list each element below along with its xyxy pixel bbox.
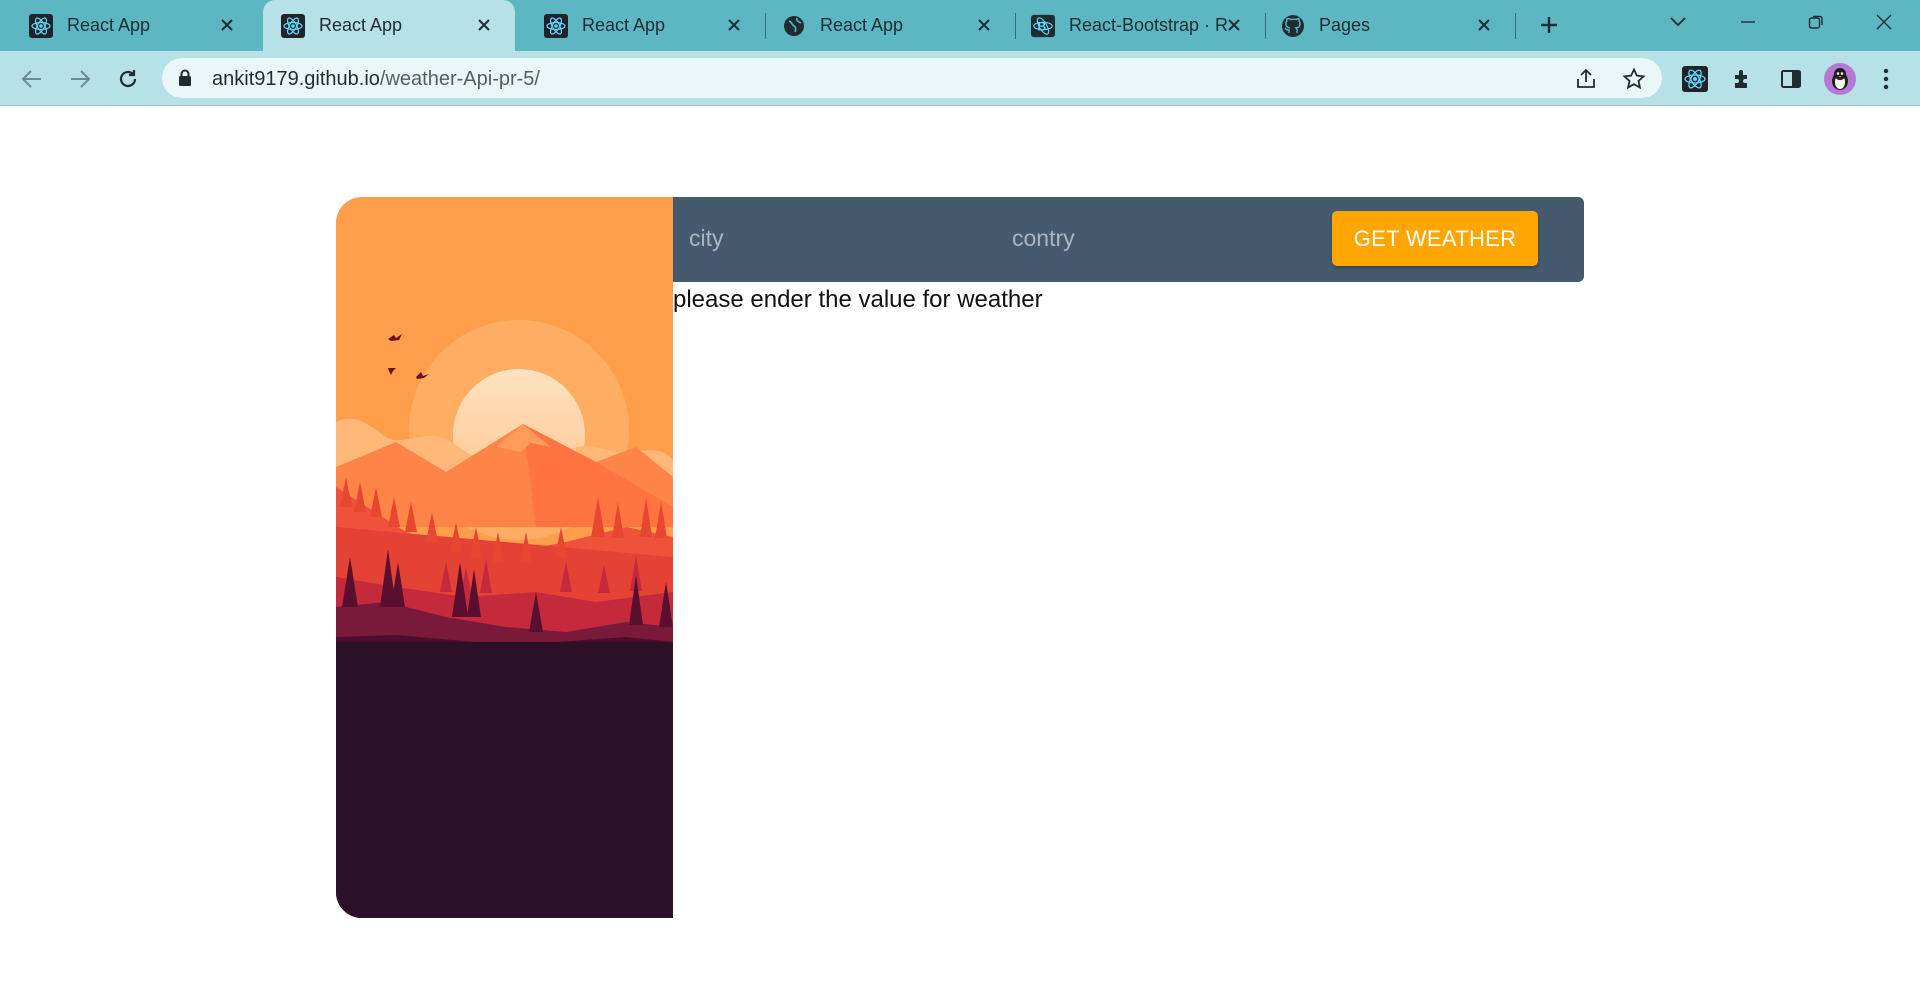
react-icon	[281, 13, 305, 38]
url-path: /weather-Api-pr-5/	[379, 68, 540, 90]
tab-react-app-3[interactable]: React App	[515, 0, 765, 51]
minimize-icon	[1741, 21, 1755, 23]
back-button[interactable]	[15, 62, 49, 96]
chevron-down-icon	[1670, 17, 1686, 27]
restore-button[interactable]	[1786, 0, 1846, 44]
tab-react-app-4[interactable]: React App	[765, 0, 1015, 51]
close-icon[interactable]	[723, 14, 745, 36]
svg-text:B: B	[1037, 19, 1046, 33]
plus-icon	[1541, 17, 1557, 33]
tab-title: React App	[820, 15, 904, 35]
forward-button[interactable]	[63, 62, 97, 96]
tab-separator	[1515, 13, 1516, 39]
react-bootstrap-icon: B	[1031, 14, 1055, 38]
tab-react-app-2[interactable]: React App	[263, 0, 515, 51]
country-input[interactable]	[1010, 215, 1304, 261]
tab-title: React App	[319, 15, 403, 35]
globe-icon	[782, 14, 806, 38]
new-tab-button[interactable]	[1520, 3, 1578, 47]
minimize-button[interactable]	[1718, 0, 1778, 44]
weather-form: GET WEATHER	[673, 197, 1584, 282]
share-icon[interactable]	[1574, 67, 1598, 91]
tab-title: React App	[67, 15, 151, 35]
extensions-icon[interactable]	[1730, 66, 1756, 92]
tab-search-button[interactable]	[1648, 0, 1708, 44]
tab-react-app-1[interactable]: React App	[0, 0, 258, 51]
weather-message: please ender the value for weather	[673, 286, 1043, 313]
close-icon[interactable]	[216, 14, 238, 36]
tab-pages[interactable]: Pages	[1265, 0, 1515, 51]
city-input[interactable]	[687, 215, 981, 261]
lock-icon[interactable]	[178, 69, 192, 92]
sunset-landscape-illustration	[336, 197, 673, 918]
side-panel-icon[interactable]	[1778, 66, 1804, 92]
tab-title: Pages	[1319, 15, 1371, 35]
url-host: ankit9179.github.io	[212, 68, 380, 90]
tab-strip: React App React App React App React App …	[0, 0, 1920, 51]
address-bar[interactable]: ankit9179.github.io/weather-Api-pr-5/	[162, 58, 1662, 98]
react-devtools-icon[interactable]	[1682, 66, 1708, 92]
tab-react-bootstrap[interactable]: B React-Bootstrap · R	[1015, 0, 1265, 51]
arrow-right-icon	[71, 70, 91, 88]
react-icon	[544, 13, 568, 38]
url-text: ankit9179.github.io/weather-Api-pr-5/	[212, 68, 540, 91]
close-icon[interactable]	[473, 14, 495, 36]
close-icon[interactable]	[1223, 14, 1245, 36]
close-icon[interactable]	[1473, 14, 1495, 36]
close-icon	[1876, 14, 1892, 30]
close-icon[interactable]	[973, 14, 995, 36]
close-window-button[interactable]	[1854, 0, 1914, 44]
github-icon	[1281, 14, 1305, 38]
profile-avatar[interactable]	[1824, 63, 1856, 95]
tab-title: React-Bootstrap · R	[1069, 15, 1227, 35]
browser-toolbar: ankit9179.github.io/weather-Api-pr-5/	[0, 51, 1920, 106]
restore-icon	[1808, 15, 1823, 29]
penguin-avatar-icon	[1832, 68, 1848, 90]
get-weather-button[interactable]: GET WEATHER	[1332, 211, 1538, 266]
reload-button[interactable]	[111, 62, 145, 96]
bookmark-star-icon[interactable]	[1622, 67, 1646, 91]
arrow-left-icon	[21, 70, 41, 88]
reload-icon	[119, 70, 137, 88]
react-icon	[29, 13, 53, 38]
menu-kebab-icon[interactable]	[1873, 66, 1899, 92]
tab-title: React App	[582, 15, 666, 35]
